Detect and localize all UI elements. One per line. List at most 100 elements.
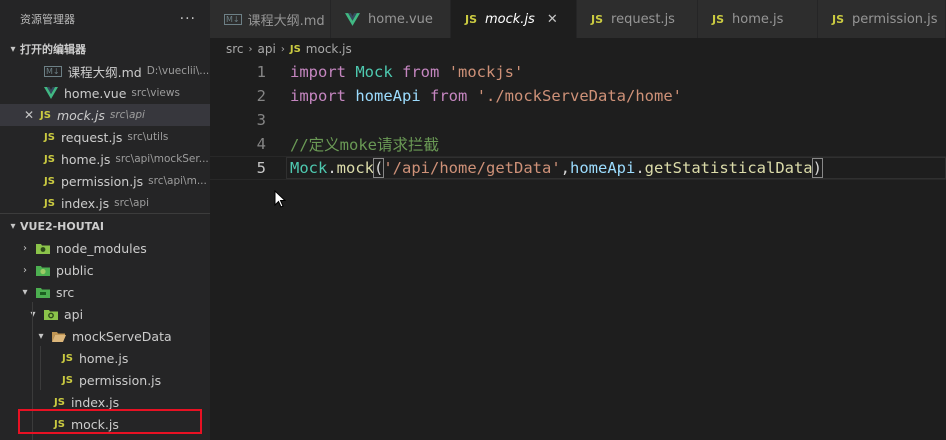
tree-folder-src[interactable]: ▾ src <box>0 281 210 303</box>
more-actions-icon[interactable]: ··· <box>180 11 196 27</box>
open-editors-section[interactable]: ▾ 打开的编辑器 <box>0 38 210 60</box>
code-text[interactable]: import Mock from 'mockjs' <box>290 63 523 81</box>
js-icon: JS <box>44 175 55 187</box>
tab-home-vue[interactable]: home.vue <box>331 0 451 38</box>
explorer-header: 资源管理器 ··· <box>0 0 210 38</box>
tab-label: home.vue <box>368 11 433 27</box>
breadcrumb-item[interactable]: mock.js <box>306 42 352 56</box>
folder-open-icon <box>52 330 66 342</box>
keyword: import <box>290 87 346 105</box>
close-icon[interactable]: ✕ <box>22 108 36 122</box>
code-editor[interactable]: 1 import Mock from 'mockjs' 2 import hom… <box>210 60 946 440</box>
open-editor-path: src\api <box>114 197 149 209</box>
indent-guide <box>40 346 41 390</box>
method-name: getStatisticalData <box>644 159 813 177</box>
string-literal: './mockServeData/home' <box>476 87 682 105</box>
keyword: from <box>430 87 468 105</box>
folder-public-icon <box>36 264 50 276</box>
bracket-match: ) <box>811 158 824 178</box>
folder-src-icon <box>36 286 50 298</box>
open-editor-item[interactable]: home.vue src\views <box>0 82 210 104</box>
markdown-icon: M↓ <box>44 65 62 77</box>
js-icon: JS <box>62 374 73 386</box>
js-icon: JS <box>832 12 845 26</box>
open-editor-item[interactable]: JS index.js src\api <box>0 192 210 214</box>
code-text[interactable]: import homeApi from './mockServeData/hom… <box>290 87 682 105</box>
open-editor-path: src\utils <box>127 131 169 143</box>
breadcrumb: src › api › JS mock.js <box>226 38 352 60</box>
code-text[interactable]: Mock.mock('/api/home/getData',homeApi.ge… <box>290 158 824 178</box>
tab-mock-js[interactable]: JS mock.js ✕ <box>451 0 577 38</box>
open-editor-item[interactable]: JS home.js src\api\mockSer... <box>0 148 210 170</box>
open-editor-item[interactable]: JS permission.js src\api\m... <box>0 170 210 192</box>
chevron-down-icon: ▾ <box>38 330 44 342</box>
section-divider <box>0 213 210 214</box>
punctuation: , <box>560 159 570 177</box>
js-icon: JS <box>62 352 73 364</box>
breadcrumb-item[interactable]: api <box>258 42 276 56</box>
js-icon: JS <box>54 396 65 408</box>
open-editor-item-active[interactable]: ✕ JS mock.js src\api <box>0 104 210 126</box>
open-editor-path: src\api\m... <box>148 175 207 187</box>
identifier: Mock <box>355 63 393 81</box>
punctuation: . <box>327 159 337 177</box>
string-literal: 'mockjs' <box>448 63 524 81</box>
code-line-current[interactable]: 5 Mock.mock('/api/home/getData',homeApi.… <box>210 156 946 180</box>
tab-label: permission.js <box>852 11 938 27</box>
open-editor-item[interactable]: M↓ 课程大纲.md D:\vueclii\... <box>0 60 210 82</box>
project-title: VUE2-HOUTAI <box>20 219 104 233</box>
tree-label: node_modules <box>56 240 147 256</box>
punctuation: . <box>635 159 645 177</box>
open-editor-item[interactable]: JS request.js src\utils <box>0 126 210 148</box>
tab-home-js[interactable]: JS home.js <box>698 0 818 38</box>
method-name: mock <box>336 159 374 177</box>
chevron-right-icon: › <box>248 43 253 55</box>
tab-permission-js[interactable]: JS permission.js <box>818 0 946 38</box>
js-icon: JS <box>44 131 55 143</box>
tree-label: home.js <box>78 350 129 366</box>
code-line[interactable]: 2 import homeApi from './mockServeData/h… <box>210 84 946 108</box>
identifier: homeApi <box>570 159 636 177</box>
tab-request-js[interactable]: JS request.js <box>577 0 698 38</box>
close-tab-icon[interactable]: ✕ <box>547 12 558 27</box>
chevron-down-icon: ▾ <box>10 43 16 55</box>
tree-label: index.js <box>70 394 120 410</box>
open-editor-name: mock.js <box>56 107 105 123</box>
keyword: import <box>290 63 346 81</box>
tab-label: mock.js <box>485 11 535 27</box>
tree-folder-node-modules[interactable]: › node_modules <box>0 237 210 259</box>
js-icon: JS <box>712 12 725 26</box>
tab-course-outline[interactable]: M↓ 课程大纲.md <box>210 0 331 38</box>
js-icon: JS <box>591 12 604 26</box>
markdown-icon: M↓ <box>224 13 242 25</box>
code-line[interactable]: 4 //定义moke请求拦截 <box>210 132 946 156</box>
tree-label: permission.js <box>78 372 162 388</box>
comment[interactable]: //定义moke请求拦截 <box>290 133 439 155</box>
explorer-title: 资源管理器 <box>20 13 75 26</box>
line-number: 5 <box>256 159 266 177</box>
tab-label: request.js <box>611 11 675 27</box>
js-icon: JS <box>465 12 478 26</box>
tree-label: api <box>64 306 84 322</box>
open-editor-name: permission.js <box>60 173 144 189</box>
tree-label: src <box>56 284 75 300</box>
tree-folder-public[interactable]: › public <box>0 259 210 281</box>
tab-label: home.js <box>732 11 784 27</box>
bracket-match: ( <box>372 158 385 178</box>
line-number: 2 <box>256 87 266 105</box>
line-number: 1 <box>256 63 266 81</box>
mouse-pointer-icon <box>274 190 286 208</box>
chevron-down-icon: ▾ <box>30 308 36 320</box>
code-line[interactable]: 1 import Mock from 'mockjs' <box>210 60 946 84</box>
project-section[interactable]: ▾ VUE2-HOUTAI <box>0 215 210 237</box>
code-line[interactable]: 3 <box>210 108 946 132</box>
open-editor-path: src\api\mockSer... <box>115 153 209 165</box>
chevron-down-icon: ▾ <box>10 220 16 232</box>
open-editor-name: index.js <box>60 195 110 211</box>
line-number: 3 <box>256 111 266 129</box>
open-editor-path: src\api <box>109 109 145 121</box>
string-literal: '/api/home/getData' <box>383 159 561 177</box>
breadcrumb-item[interactable]: src <box>226 42 244 56</box>
open-editor-path: D:\vueclii\... <box>146 65 210 77</box>
folder-api-icon <box>44 308 58 320</box>
